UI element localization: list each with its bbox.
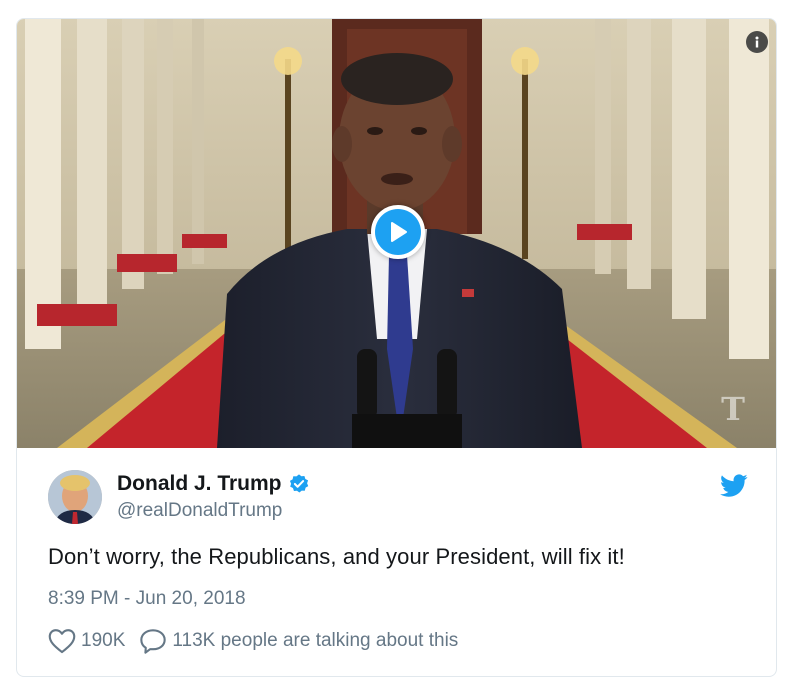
tweet-header: Donald J. Trump @realDonaldTrump — [48, 468, 748, 524]
twitter-bird-icon[interactable] — [720, 474, 748, 498]
play-triangle — [391, 222, 407, 242]
speech-bubble-icon — [140, 629, 167, 654]
tweet-text: Don’t worry, the Republicans, and your P… — [48, 544, 625, 569]
info-icon[interactable] — [746, 31, 768, 53]
author-name-row: Donald J. Trump — [117, 472, 310, 496]
video-thumbnail[interactable]: T — [17, 19, 776, 448]
avatar[interactable] — [48, 470, 102, 524]
play-icon — [375, 209, 421, 255]
heart-icon — [48, 629, 76, 654]
tweet-body: Donald J. Trump @realDonaldTrump Don’t w… — [17, 448, 776, 676]
author-handle[interactable]: @realDonaldTrump — [117, 500, 282, 522]
avatar-image — [48, 470, 102, 524]
embedded-tweet-card: T Donald J. Trump @realDonaldTrump Don’t… — [16, 18, 777, 677]
tweet-actions: 190K 113K people are talking about this — [48, 628, 458, 654]
verified-badge-icon — [289, 474, 308, 493]
nyt-logo: T — [721, 390, 745, 428]
author-name[interactable]: Donald J. Trump — [117, 472, 282, 496]
like-count: 190K — [81, 630, 126, 651]
like-button[interactable]: 190K — [48, 628, 125, 654]
play-button[interactable] — [371, 205, 425, 259]
reply-button[interactable]: 113K people are talking about this — [139, 628, 458, 654]
tweet-timestamp[interactable]: 8:39 PM - Jun 20, 2018 — [48, 588, 246, 610]
info-glyph — [755, 36, 759, 48]
conversation-label: 113K people are talking about this — [172, 630, 459, 651]
